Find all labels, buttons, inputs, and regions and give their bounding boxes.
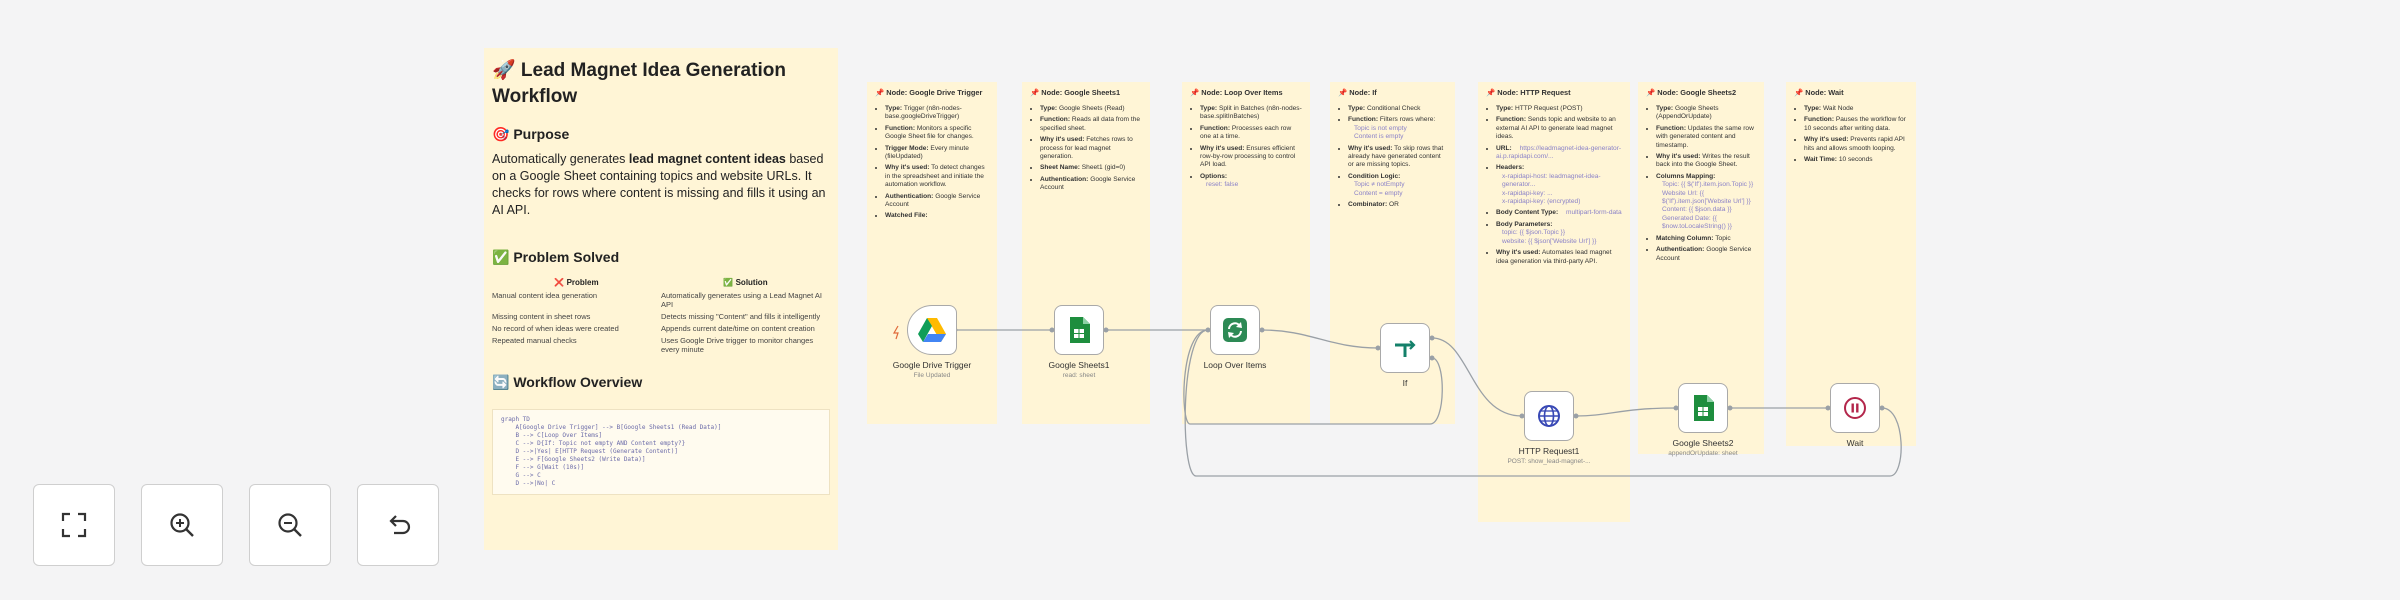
connection-loop-if xyxy=(1261,329,1379,349)
pause-icon xyxy=(1844,397,1866,419)
node-sublabel: POST: show_lead-magnet-... xyxy=(1507,458,1591,465)
node-label: Google Sheets1 xyxy=(1048,360,1110,370)
node-label: If xyxy=(1402,378,1408,388)
node-label: Loop Over Items xyxy=(1203,360,1267,370)
google-sheets-icon xyxy=(1070,317,1090,343)
if-branch-icon xyxy=(1395,340,1416,357)
google-drive-icon xyxy=(918,318,946,342)
zoom-in-button[interactable] xyxy=(141,484,223,566)
connection-if-http xyxy=(1431,337,1523,417)
node-label: Wait xyxy=(1846,438,1864,448)
zoom-out-button[interactable] xyxy=(249,484,331,566)
loop-icon xyxy=(1223,318,1247,342)
node-sublabel: read: sheet xyxy=(1062,372,1096,379)
undo-icon xyxy=(389,515,411,535)
google-sheets-icon xyxy=(1694,395,1714,421)
node-loop-over-items[interactable] xyxy=(1210,305,1260,355)
node-sublabel: File Updated xyxy=(913,372,951,379)
node-wait[interactable] xyxy=(1830,383,1880,433)
node-google-drive-trigger[interactable] xyxy=(907,305,957,355)
reset-zoom-button[interactable] xyxy=(357,484,439,566)
node-google-sheets2[interactable] xyxy=(1678,383,1728,433)
fit-view-icon xyxy=(61,512,87,538)
zoom-out-icon xyxy=(278,513,302,537)
fit-view-button[interactable] xyxy=(33,484,115,566)
node-label: Google Drive Trigger xyxy=(892,360,972,370)
node-google-sheets1[interactable] xyxy=(1054,305,1104,355)
node-sublabel: appendOrUpdate: sheet xyxy=(1668,450,1738,457)
node-http-request[interactable] xyxy=(1524,391,1574,441)
zoom-in-icon xyxy=(170,513,194,537)
node-label: Google Sheets2 xyxy=(1672,438,1734,448)
connection-http-sheets2 xyxy=(1575,407,1677,417)
node-if[interactable] xyxy=(1380,323,1430,373)
trigger-bolt-icon xyxy=(892,325,899,340)
node-label: HTTP Request1 xyxy=(1518,446,1580,456)
globe-icon xyxy=(1538,405,1560,427)
